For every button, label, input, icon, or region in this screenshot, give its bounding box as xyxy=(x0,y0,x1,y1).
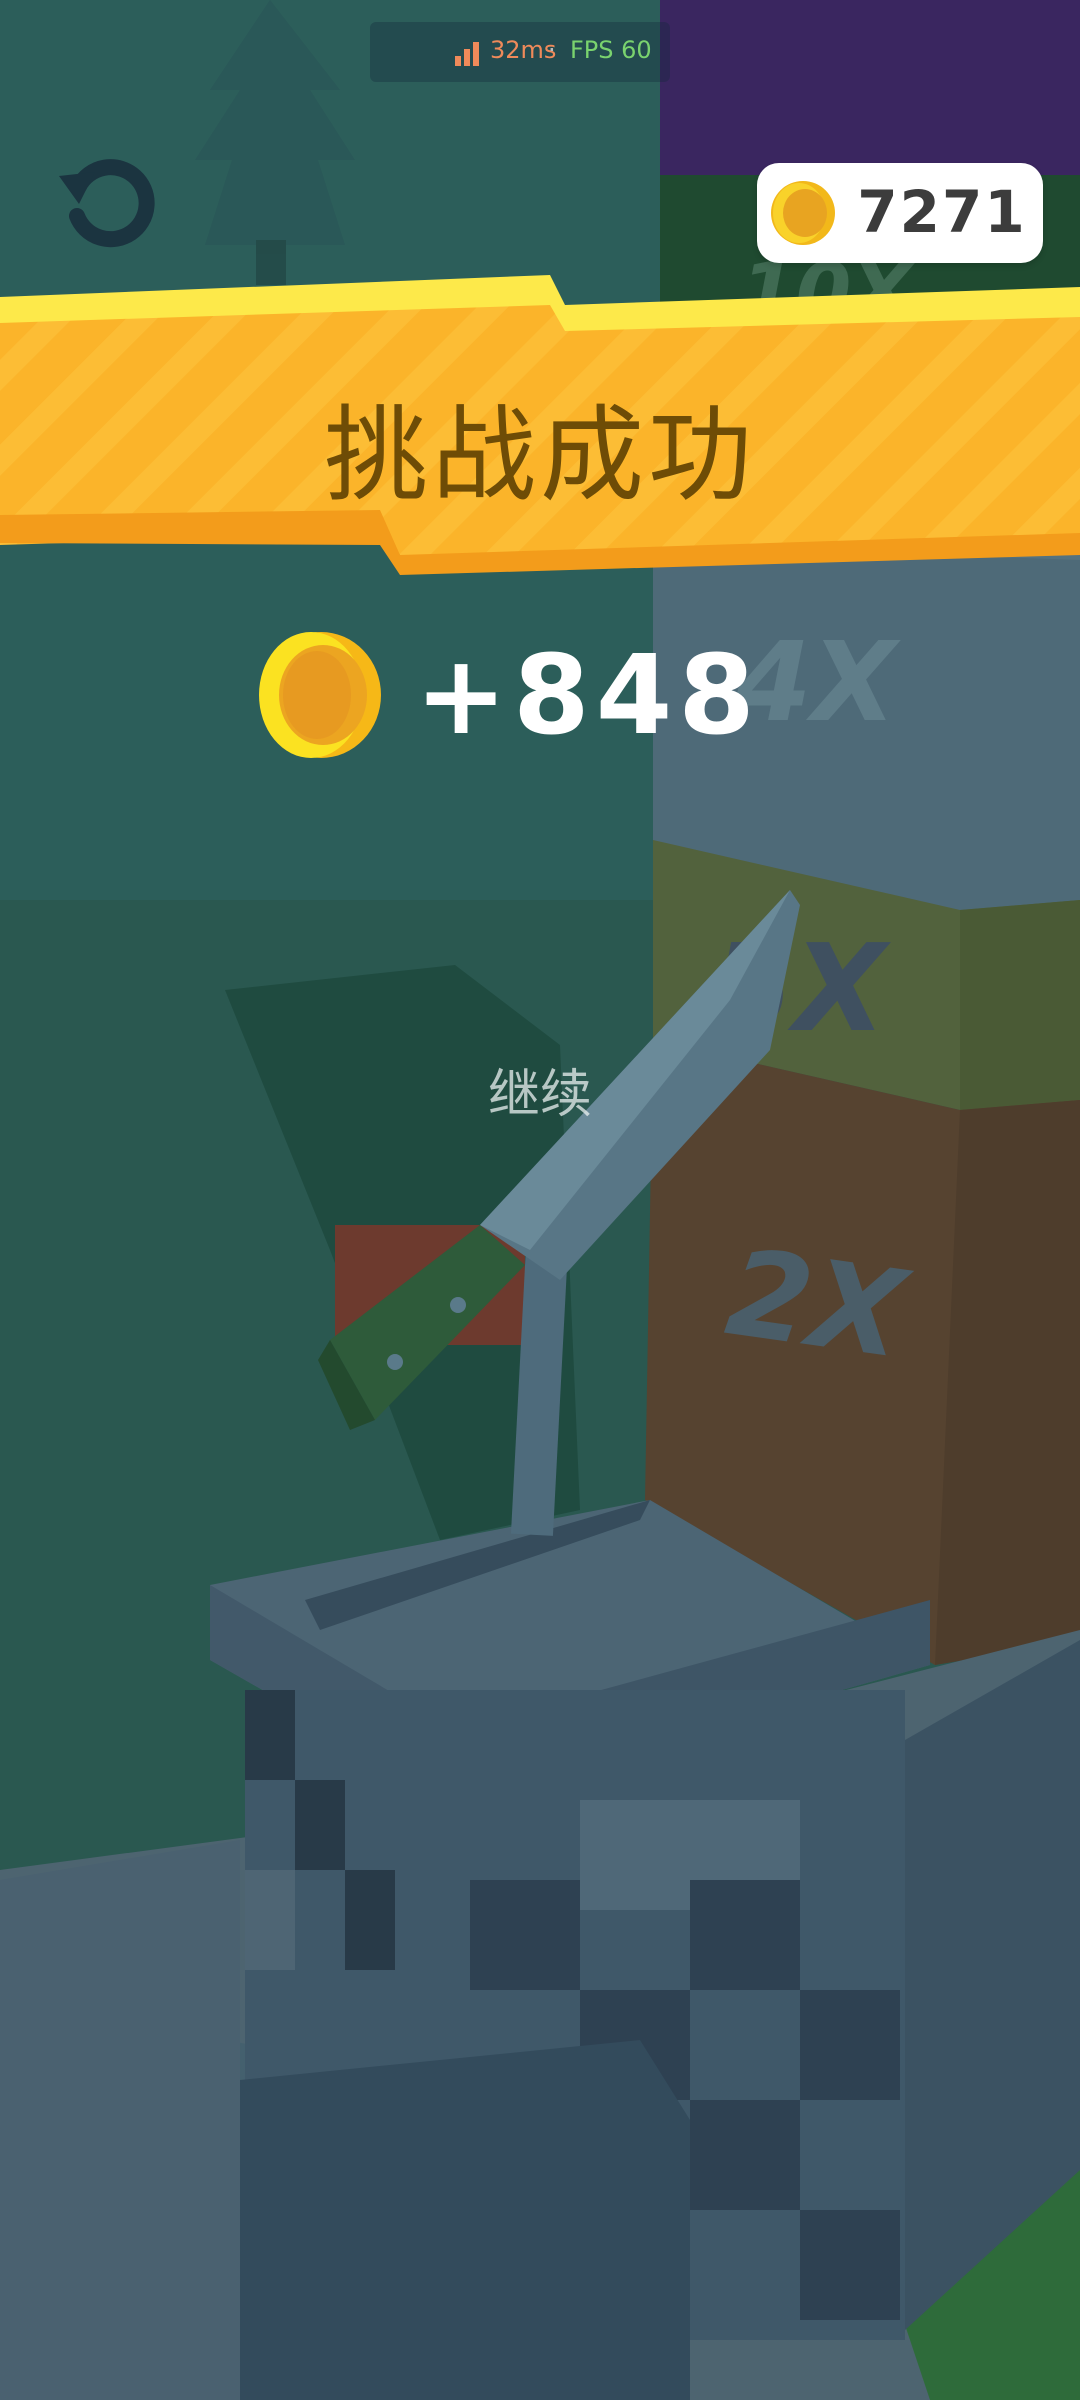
coin-counter: 7271 xyxy=(757,163,1043,263)
continue-button[interactable]: 继续 xyxy=(420,1060,660,1130)
gold-coin-icon xyxy=(771,181,835,245)
coin-total: 7271 xyxy=(857,178,1027,246)
tower-block-purple xyxy=(660,0,1080,190)
ping-readout: 32ms xyxy=(490,36,557,64)
reward-display: +848 xyxy=(255,630,755,760)
restart-arrow-icon xyxy=(59,159,155,248)
restart-button[interactable] xyxy=(55,150,159,254)
multiplier-2x: 2X xyxy=(719,1223,918,1386)
status-separator: · xyxy=(548,36,556,64)
gold-coin-icon xyxy=(259,632,381,758)
result-title: 挑战成功 xyxy=(323,394,756,516)
fps-readout: FPS 60 xyxy=(570,36,652,64)
reward-amount: +848 xyxy=(415,631,761,759)
signal-bars-icon xyxy=(455,42,479,66)
